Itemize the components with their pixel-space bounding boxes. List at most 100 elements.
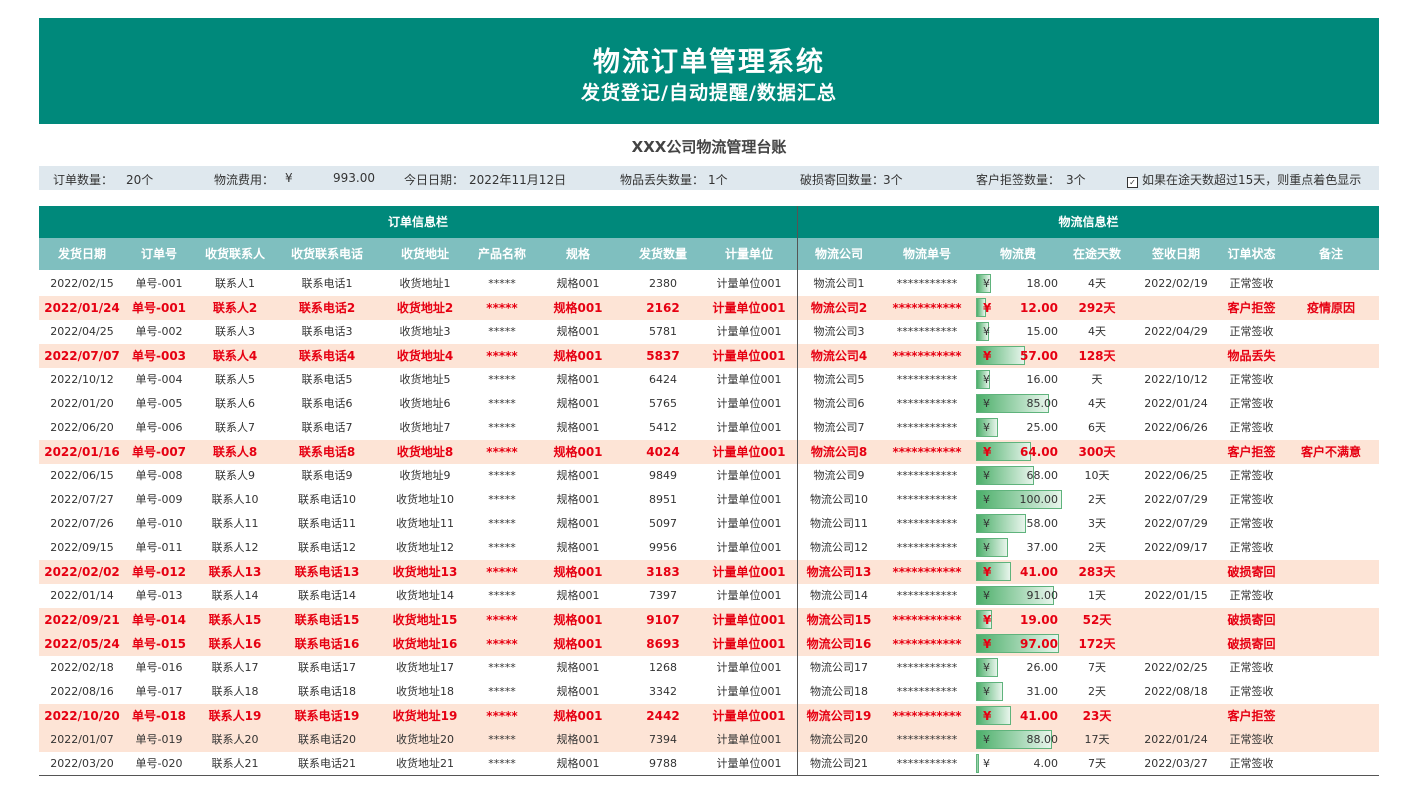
cell-ship-date: 2022/03/20 xyxy=(50,757,114,770)
damaged-label: 破损寄回数量： xyxy=(800,173,885,187)
column-header-fee[interactable]: 物流费 xyxy=(974,238,1062,270)
cell-note: 疫情原因 xyxy=(1306,301,1355,315)
table-row[interactable]: 2022/04/25 单号-002 联系人3 联系电话3 收货地址3 ***** 规格001… xyxy=(39,320,1379,344)
table-row[interactable]: 2022/07/26 单号-010 联系人11 联系电话11 收货地址11 ***** 规格… xyxy=(39,512,1379,536)
cell-tracking: *********** xyxy=(896,373,958,386)
cell-unit: 计量单位001 xyxy=(712,445,786,459)
cell-product: ***** xyxy=(488,589,516,602)
cell-product: ***** xyxy=(488,397,516,410)
cell-spec: 规格001 xyxy=(556,541,600,554)
table-row[interactable]: 2022/06/20 单号-006 联系人7 联系电话7 收货地址7 ***** 规格001… xyxy=(39,416,1379,440)
cell-address: 收货地址12 xyxy=(396,541,454,554)
cell-days: 2天 xyxy=(1088,493,1106,506)
column-header-phone[interactable]: 收货联系电话 xyxy=(277,238,377,270)
cell-qty: 9788 xyxy=(649,757,677,770)
cell-phone: 联系电话17 xyxy=(298,661,356,674)
cell-order-no: 单号-018 xyxy=(131,709,187,723)
fee-currency-symbol: ¥ xyxy=(983,589,990,602)
cell-contact: 联系人19 xyxy=(208,709,262,723)
cell-days: 17天 xyxy=(1084,733,1110,746)
cell-phone: 联系电话1 xyxy=(301,277,353,290)
column-header-ship-date[interactable]: 发货日期 xyxy=(39,238,125,270)
cell-company: 物流公司7 xyxy=(813,421,865,434)
cell-ship-date: 2022/06/15 xyxy=(50,469,114,482)
cell-qty: 5837 xyxy=(646,349,680,363)
cell-fee: 41.00 xyxy=(1020,709,1058,723)
cell-spec: 规格001 xyxy=(556,277,600,290)
column-header-address[interactable]: 收货地址 xyxy=(377,238,473,270)
cell-order-no: 单号-011 xyxy=(135,541,183,554)
column-header-unit[interactable]: 计量单位 xyxy=(701,238,797,270)
cell-contact: 联系人8 xyxy=(212,445,258,459)
column-header-tracking[interactable]: 物流单号 xyxy=(880,238,974,270)
cell-unit: 计量单位001 xyxy=(716,277,782,290)
fee-currency-symbol: ¥ xyxy=(983,709,992,723)
column-header-qty[interactable]: 发货数量 xyxy=(625,238,701,270)
fee-data-bar xyxy=(976,754,980,773)
cell-address: 收货地址10 xyxy=(396,493,454,506)
table-row[interactable]: 2022/10/20 单号-018 联系人19 联系电话19 收货地址19 ***** 规格… xyxy=(39,704,1379,728)
cell-fee: 91.00 xyxy=(1026,589,1059,602)
table-row[interactable]: 2022/08/16 单号-017 联系人18 联系电话18 收货地址18 ***** 规格… xyxy=(39,680,1379,704)
table-row[interactable]: 2022/01/07 单号-019 联系人20 联系电话20 收货地址20 ***** 规格… xyxy=(39,728,1379,752)
table-row[interactable]: 2022/09/15 单号-011 联系人12 联系电话12 收货地址12 ***** 规格… xyxy=(39,536,1379,560)
cell-qty: 5765 xyxy=(649,397,677,410)
table-row[interactable]: 2022/02/02 单号-012 联系人13 联系电话13 收货地址13 ***** 规格… xyxy=(39,560,1379,584)
table-row[interactable]: 2022/09/21 单号-014 联系人15 联系电话15 收货地址15 ***** 规格… xyxy=(39,608,1379,632)
column-header-spec[interactable]: 规格 xyxy=(531,238,625,270)
cell-address: 收货地址15 xyxy=(392,613,458,627)
cell-unit: 计量单位001 xyxy=(716,661,782,674)
cell-unit: 计量单位001 xyxy=(716,493,782,506)
cell-address: 收货地址21 xyxy=(396,757,454,770)
column-header-note[interactable]: 备注 xyxy=(1283,238,1379,270)
column-header-contact[interactable]: 收货联系人 xyxy=(193,238,277,270)
column-header-company[interactable]: 物流公司 xyxy=(798,238,880,270)
column-header-order-no[interactable]: 订单号 xyxy=(125,238,193,270)
cell-tracking: *********** xyxy=(896,589,958,602)
table-row[interactable]: 2022/01/24 单号-001 联系人2 联系电话2 收货地址2 ***** 规格001… xyxy=(39,296,1379,320)
cell-ship-date: 2022/01/16 xyxy=(44,445,120,459)
cell-ship-date: 2022/07/27 xyxy=(50,493,114,506)
cell-product: ***** xyxy=(488,421,516,434)
column-header-sign-date[interactable]: 签收日期 xyxy=(1132,238,1220,270)
table-row[interactable]: 2022/02/15 单号-001 联系人1 联系电话1 收货地址1 ***** 规格001… xyxy=(39,272,1379,296)
rejected-value: 3个 xyxy=(1066,173,1086,187)
column-header-product[interactable]: 产品名称 xyxy=(473,238,531,270)
highlight-option[interactable]: ✓ 如果在途天数超过15天，则重点着色显示 xyxy=(1127,171,1361,188)
cell-status: 客户拒签 xyxy=(1227,301,1276,315)
table-row[interactable]: 2022/06/15 单号-008 联系人9 联系电话9 收货地址9 ***** 规格001… xyxy=(39,464,1379,488)
cell-phone: 联系电话19 xyxy=(294,709,360,723)
cell-order-no: 单号-003 xyxy=(131,349,187,363)
rejected-label: 客户拒签数量： xyxy=(976,173,1061,187)
cell-status: 破损寄回 xyxy=(1227,637,1276,651)
order-count-value: 20个 xyxy=(126,173,154,187)
table-row[interactable]: 2022/01/16 单号-007 联系人8 联系电话8 收货地址8 ***** 规格001… xyxy=(39,440,1379,464)
table-row[interactable]: 2022/03/20 单号-020 联系人21 联系电话21 收货地址21 ***** 规格… xyxy=(39,752,1379,776)
table-row[interactable]: 2022/01/14 单号-013 联系人14 联系电话14 收货地址14 ***** 规格… xyxy=(39,584,1379,608)
cell-ship-date: 2022/04/25 xyxy=(50,325,114,338)
cell-company: 物流公司19 xyxy=(806,709,872,723)
column-header-status[interactable]: 订单状态 xyxy=(1220,238,1283,270)
cell-sign-date: 2022/07/29 xyxy=(1144,517,1208,530)
cell-contact: 联系人15 xyxy=(208,613,262,627)
table-row[interactable]: 2022/10/12 单号-004 联系人5 联系电话5 收货地址5 ***** 规格001… xyxy=(39,368,1379,392)
cell-ship-date: 2022/07/07 xyxy=(44,349,120,363)
cell-spec: 规格001 xyxy=(556,421,600,434)
table-bottom-border xyxy=(39,775,1379,776)
cell-product: ***** xyxy=(486,565,518,579)
cell-contact: 联系人6 xyxy=(215,397,255,410)
cell-days: 10天 xyxy=(1084,469,1110,482)
table-row[interactable]: 2022/07/27 单号-009 联系人10 联系电话10 收货地址10 ***** 规格… xyxy=(39,488,1379,512)
fee-currency-symbol: ¥ xyxy=(983,637,992,651)
cell-order-no: 单号-006 xyxy=(135,421,183,434)
table-row[interactable]: 2022/02/18 单号-016 联系人17 联系电话17 收货地址17 ***** 规格… xyxy=(39,656,1379,680)
column-header-days[interactable]: 在途天数 xyxy=(1062,238,1132,270)
cell-spec: 规格001 xyxy=(556,733,600,746)
table-row[interactable]: 2022/07/07 单号-003 联系人4 联系电话4 收货地址4 ***** 规格001… xyxy=(39,344,1379,368)
table-row[interactable]: 2022/01/20 单号-005 联系人6 联系电话6 收货地址6 ***** 规格001… xyxy=(39,392,1379,416)
highlight-checkbox[interactable]: ✓ xyxy=(1127,177,1138,188)
cell-sign-date: 2022/02/19 xyxy=(1144,277,1208,290)
fee-currency-symbol: ¥ xyxy=(983,301,992,315)
table-row[interactable]: 2022/05/24 单号-015 联系人16 联系电话16 收货地址16 ***** 规格… xyxy=(39,632,1379,656)
cell-status: 客户拒签 xyxy=(1227,445,1276,459)
